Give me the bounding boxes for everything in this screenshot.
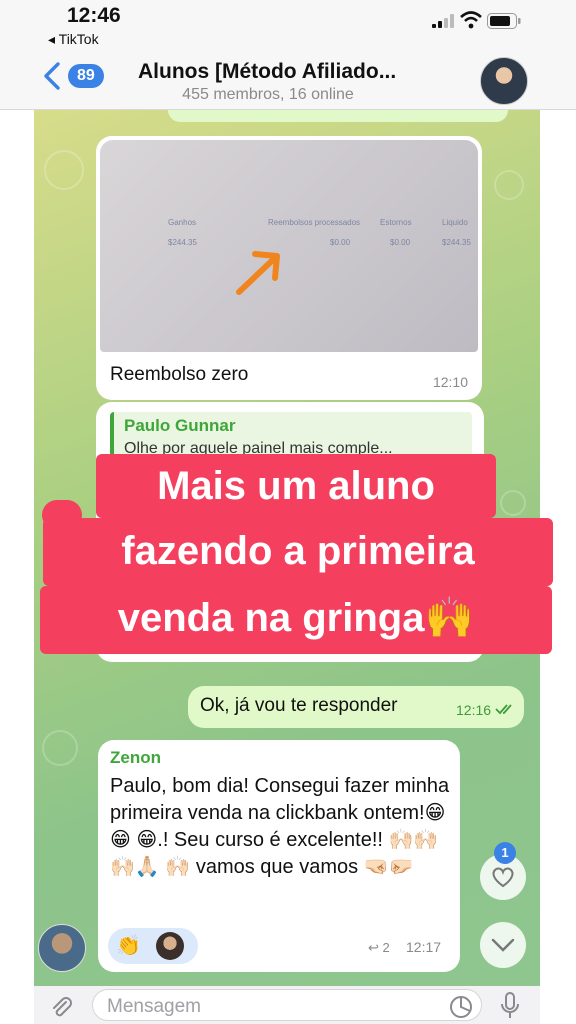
message-input[interactable]: Mensagem (92, 989, 482, 1021)
wallpaper-doodle (44, 150, 84, 190)
photo-blur-text: Liquido (442, 218, 468, 227)
scroll-down-button[interactable] (480, 922, 526, 968)
sender-name[interactable]: Zenon (110, 748, 161, 768)
incoming-message[interactable]: Zenon Paulo, bom dia! Consegui fazer min… (98, 740, 460, 972)
photo-caption: Reembolso zero (110, 364, 249, 385)
message-text: Paulo, bom dia! Consegui fazer minha pri… (110, 775, 450, 878)
message-text: Ok, já vou te responder (200, 695, 398, 716)
photo-blur-text: Ganhos (168, 218, 197, 227)
attach-icon[interactable] (48, 994, 74, 1020)
banner-line-3: venda na gringa🙌 (40, 586, 552, 654)
chat-header: 89 Alunos [Método Afiliado... 455 membro… (0, 52, 576, 110)
banner-line-1: Mais um aluno (96, 454, 496, 518)
group-members-status: 455 membros, 16 online (182, 86, 354, 103)
message-time: 12:16 (456, 702, 492, 718)
banner-line-2: fazendo a primeira (43, 518, 553, 586)
double-check-icon (495, 704, 512, 715)
heart-icon (492, 867, 514, 888)
unread-count-badge: 89 (68, 64, 104, 88)
wallpaper-doodle (494, 170, 524, 200)
photo-blur-text: $0.00 (390, 238, 411, 247)
reactions-count-badge: 1 (494, 842, 516, 864)
wifi-icon (460, 11, 482, 29)
quote-sender-name: Paulo Gunnar (124, 416, 236, 435)
message-input-bar: Mensagem (34, 986, 540, 1024)
outgoing-message-partial[interactable] (168, 110, 508, 122)
photo-blur-text: $244.35 (168, 238, 197, 247)
reaction-chip[interactable]: 👏 (108, 928, 198, 964)
signal-icon (432, 14, 454, 28)
forward-count: ↩ 2 (368, 940, 390, 955)
photo-blur-text: $244.35 (442, 238, 471, 247)
outgoing-message[interactable]: Ok, já vou te responder 12:16 (188, 686, 524, 728)
status-time: 12:46 (67, 4, 121, 27)
orange-arrow-icon (236, 251, 280, 295)
status-bar: 12:46 ◂ TikTok (0, 0, 576, 52)
message-time: 12:10 (432, 374, 468, 390)
message-time: 12:17 (406, 939, 442, 955)
microphone-icon[interactable] (500, 992, 520, 1020)
clapping-hands-emoji: 👏 (116, 935, 141, 957)
photo-blur-text: Reembolsos processados (268, 218, 361, 227)
sender-avatar[interactable] (38, 924, 86, 972)
wallpaper-doodle (500, 490, 526, 516)
input-placeholder: Mensagem (107, 996, 201, 1017)
wallpaper-doodle (42, 730, 78, 766)
back-button[interactable]: 89 (40, 60, 104, 92)
back-to-app-link[interactable]: ◂ TikTok (48, 31, 99, 48)
photo-blur-text: $0.00 (330, 238, 351, 247)
photo-message[interactable]: Ganhos Reembolsos processados Estornos L… (96, 136, 482, 400)
sticker-icon[interactable] (449, 995, 473, 1019)
photo-blur-text: Estornos (380, 218, 412, 227)
chevron-down-icon (491, 938, 515, 952)
group-avatar[interactable] (480, 57, 528, 105)
group-title[interactable]: Alunos [Método Afiliado... (138, 60, 448, 84)
chevron-left-icon (44, 62, 60, 90)
reactor-avatar (156, 932, 184, 960)
battery-icon (487, 13, 521, 29)
message-photo[interactable]: Ganhos Reembolsos processados Estornos L… (100, 140, 478, 352)
